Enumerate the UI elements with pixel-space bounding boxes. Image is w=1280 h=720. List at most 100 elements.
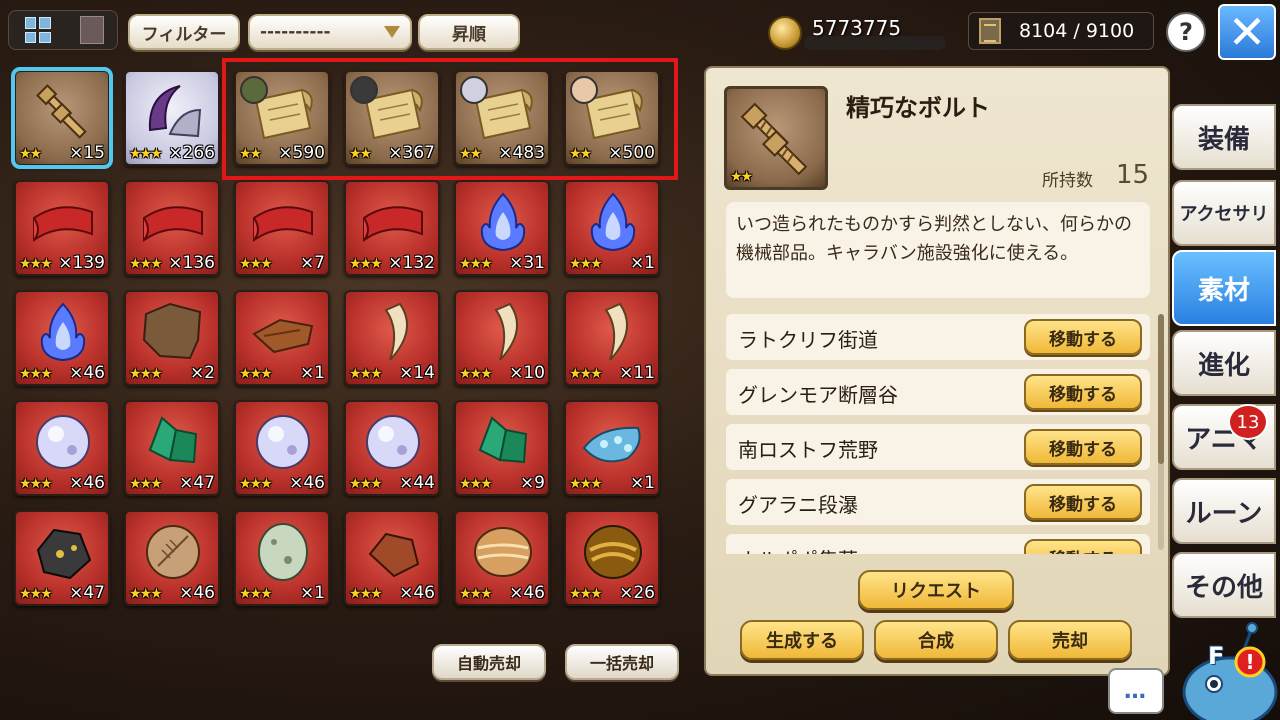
item-count: ×46 [509,583,545,603]
item-count: ×11 [619,363,655,383]
location-row: 南ロストフ荒野 移動する [726,424,1150,470]
rarity-stars: ★★★ [129,256,163,272]
sort-order-button[interactable]: 昇順 [418,14,520,50]
chat-button[interactable]: … [1108,668,1164,714]
move-button[interactable]: 移動する [1024,484,1142,520]
item-count: ×139 [58,253,105,273]
highlight-box [222,58,678,180]
bulk-sell-button[interactable]: 一括売却 [565,644,679,680]
location-row: グレンモア断層谷 移動する [726,369,1150,415]
list-view-icon[interactable] [79,16,104,44]
claw-icon [148,85,202,138]
item-slot[interactable]: ★★★ ×139 [14,180,110,276]
item-slot[interactable]: ★★★ ×2 [124,290,220,386]
move-button[interactable]: 移動する [1024,374,1142,410]
tab-1[interactable]: アクセサリ [1172,180,1276,246]
move-button[interactable]: 移動する [1024,539,1142,554]
item-slot[interactable]: ★★★ ×47 [124,400,220,496]
item-slot[interactable]: ★★★ ×1 [234,290,330,386]
rarity-stars: ★★★ [569,586,603,602]
help-button[interactable]: ? [1166,12,1206,52]
item-slot[interactable]: ★★★ ×46 [454,510,550,606]
location-scrollbar[interactable] [1158,314,1164,550]
item-count: ×266 [168,143,215,163]
item-slot[interactable]: ★★★ ×44 [344,400,440,496]
item-slot[interactable]: ★★★ ×46 [14,290,110,386]
gold-value: 5773775 [812,16,902,40]
rarity-stars: ★★★ [239,366,273,382]
tab-5[interactable]: ルーン [1172,478,1276,544]
item-slot[interactable]: ★★★ ×26 [564,510,660,606]
hide-icon [142,302,202,360]
mascot-label: F [1208,642,1225,670]
rarity-stars: ★★★ [349,256,383,272]
item-slot[interactable]: ★★★ ×136 [124,180,220,276]
mascot-button[interactable]: ! F [1170,620,1278,720]
synthesize-button[interactable]: 合成 [874,620,998,660]
item-count: ×9 [519,473,545,493]
flame-icon [40,302,86,362]
move-button[interactable]: 移動する [1024,319,1142,355]
item-slot[interactable]: ★★★ ×47 [14,510,110,606]
cloth-icon [363,206,423,242]
item-count: ×132 [388,253,435,273]
ore-icon [582,426,641,463]
capacity-value: 8104 / 9100 [1019,20,1135,42]
item-slot[interactable]: ★★★ ×11 [564,290,660,386]
item-slot[interactable]: ★★★ ×266 [124,70,220,166]
item-slot[interactable]: ★★ ×15 [11,67,113,169]
item-slot[interactable]: ★★★ ×1 [234,510,330,606]
item-count: ×2 [189,363,215,383]
tab-0[interactable]: 装備 [1172,104,1276,170]
item-slot[interactable]: ★★★ ×1 [564,400,660,496]
item-count: ×46 [399,583,435,603]
item-slot[interactable]: ★★★ ×1 [564,180,660,276]
item-slot[interactable]: ★★★ ×10 [454,290,550,386]
rarity-stars: ★★★ [129,586,163,602]
item-slot[interactable]: ★★★ ×9 [454,400,550,496]
item-slot[interactable]: ★★★ ×46 [344,510,440,606]
item-slot[interactable]: ★★★ ×7 [234,180,330,276]
item-slot[interactable]: ★★★ ×46 [124,510,220,606]
item-detail-panel: ★★ 精巧なボルト 所持数 15 いつ造られたものかすら判然としない、何らかの機… [704,66,1170,676]
item-count: ×1 [629,253,655,273]
item-count: ×136 [168,253,215,273]
sell-button[interactable]: 売却 [1008,620,1132,660]
chevron-down-icon [384,26,400,38]
rarity-stars: ★★★ [19,256,53,272]
tab-3[interactable]: 進化 [1172,330,1276,396]
item-slot[interactable]: ★★★ ×31 [454,180,550,276]
item-slot[interactable]: ★★★ ×14 [344,290,440,386]
close-button[interactable]: ✕ [1218,4,1276,60]
rarity-stars: ★★★ [19,476,53,492]
item-slot[interactable]: ★★★ ×46 [234,400,330,496]
item-count: ×46 [69,473,105,493]
location-list[interactable]: ラトクリフ街道 移動する グレンモア断層谷 移動する 南ロストフ荒野 移動する グアラニ段瀑… [706,308,1166,554]
auto-sell-button[interactable]: 自動売却 [432,644,546,680]
location-name: 南ロストフ荒野 [738,438,878,462]
tab-6[interactable]: その他 [1172,552,1276,618]
cloth-icon [143,206,203,242]
request-button[interactable]: リクエスト [858,570,1014,610]
fang-icon [604,302,628,361]
location-name: ホルポポ集落 [738,544,858,554]
crystal-icon [478,416,528,464]
cloth-icon [33,206,93,242]
move-button[interactable]: 移動する [1024,429,1142,465]
item-slot[interactable]: ★★★ ×132 [344,180,440,276]
item-name: 精巧なボルト [846,94,990,122]
sort-dropdown[interactable]: ---------- [248,14,412,50]
grid-view-icon[interactable] [23,15,53,45]
tab-2[interactable]: 素材 [1172,250,1276,326]
item-slot[interactable]: ★★★ ×46 [14,400,110,496]
fossil-icon [146,525,200,579]
cloth-icon [253,206,313,242]
rarity-stars: ★★★ [459,256,493,272]
rarity-stars: ★★★ [569,256,603,272]
rarity-stars: ★★★ [239,256,273,272]
filter-button[interactable]: フィルター [128,14,240,50]
detail-item-icon: ★★ [724,86,828,190]
create-button[interactable]: 生成する [740,620,864,660]
orb-icon [256,415,310,469]
scroll-thumb[interactable] [1158,314,1164,464]
